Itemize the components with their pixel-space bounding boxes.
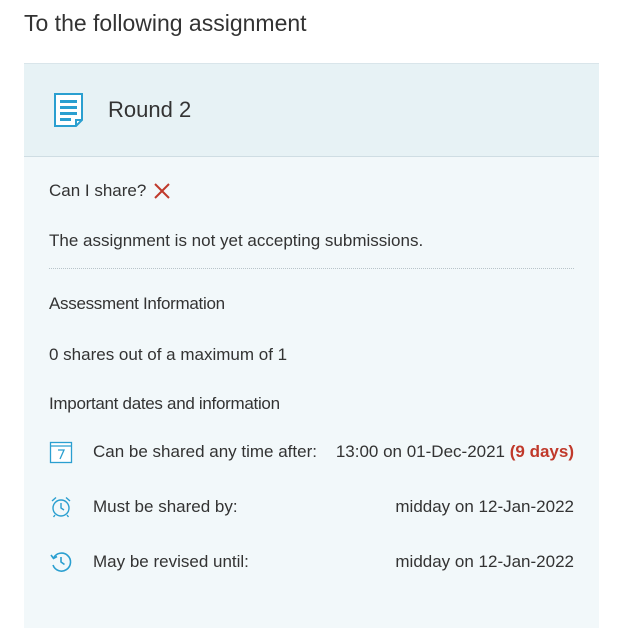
- history-clock-icon: [50, 552, 72, 572]
- date-value-text: 13:00 on 01-Dec-2021: [335, 442, 506, 461]
- date-label: May be revised until:: [93, 552, 249, 571]
- section-heading: To the following assignment: [24, 10, 307, 36]
- alarm-clock-icon: [51, 496, 71, 518]
- date-row-revision: May be revised until: midday on 12-Jan-2…: [49, 550, 574, 576]
- calendar-icon: [49, 441, 73, 464]
- card-header: Round 2: [24, 64, 599, 157]
- submission-status: The assignment is not yet accepting subm…: [49, 231, 424, 250]
- date-value: 13:00 on 01-Dec-2021 (9 days): [336, 442, 574, 462]
- assignment-card: Round 2 Can I share? The assignment is n…: [24, 63, 599, 628]
- share-question: Can I share?: [49, 181, 147, 200]
- date-label: Must be shared by:: [93, 497, 238, 516]
- cross-icon: [154, 183, 171, 199]
- shares-count: 0 shares out of a maximum of 1: [49, 345, 288, 364]
- date-value: midday on 12-Jan-2022: [395, 552, 574, 571]
- date-value: midday on 12-Jan-2022: [395, 497, 574, 516]
- document-icon: [54, 93, 83, 127]
- assignment-title: Round 2: [108, 97, 192, 122]
- divider: [49, 268, 574, 269]
- days-remaining: (9 days): [509, 442, 574, 461]
- date-row-open: Can be shared any time after: 13:00 on 0…: [49, 440, 574, 466]
- date-label: Can be shared any time after:: [93, 442, 317, 461]
- share-status-row: Can I share?: [49, 181, 171, 201]
- date-row-deadline: Must be shared by: midday on 12-Jan-2022: [49, 495, 574, 521]
- important-dates-label: Important dates and information: [49, 394, 280, 413]
- assessment-info-label: Assessment Information: [49, 294, 225, 313]
